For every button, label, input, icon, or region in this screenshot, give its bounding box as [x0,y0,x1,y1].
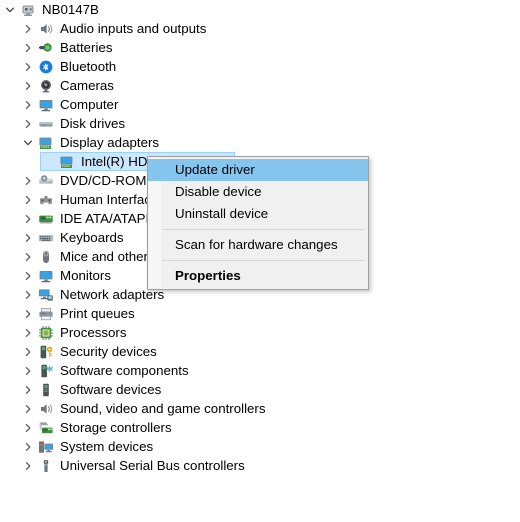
tree-item-label: NB0147B [42,2,99,17]
tree-item[interactable]: Audio inputs and outputs [0,19,520,38]
tree-item[interactable]: Sound, video and game controllers [0,399,520,418]
tree-item[interactable]: Universal Serial Bus controllers [0,456,520,475]
chevron-right-icon[interactable] [20,304,36,323]
chevron-right-icon[interactable] [20,323,36,342]
tree-no-chevron [41,152,57,171]
chevron-right-icon[interactable] [20,190,36,209]
tree-item[interactable]: System devices [0,437,520,456]
tree-item-label: Cameras [60,78,114,93]
tree-item-label: Bluetooth [60,59,117,74]
chevron-right-icon[interactable] [20,342,36,361]
chevron-right-icon[interactable] [20,361,36,380]
ide-controller-icon [36,209,56,228]
tree-item[interactable]: Processors [0,323,520,342]
chevron-right-icon[interactable] [20,209,36,228]
context-menu[interactable]: Update driver Disable device Uninstall dev… [147,156,369,290]
tree-item-label: Processors [60,325,127,340]
speaker-icon [36,399,56,418]
bluetooth-icon [36,57,56,76]
dvd-drive-icon [36,171,56,190]
chevron-right-icon[interactable] [20,19,36,38]
chevron-right-icon[interactable] [20,171,36,190]
network-adapter-icon [36,285,56,304]
tree-item-label: Software devices [60,382,162,397]
menu-item[interactable]: Scan for hardware changes [148,234,368,256]
menu-item[interactable]: Uninstall device [148,203,368,225]
menu-separator [162,260,365,261]
printer-icon [36,304,56,323]
battery-icon [36,38,56,57]
tree-item[interactable]: Software devices [0,380,520,399]
tree-item[interactable]: Security devices [0,342,520,361]
chevron-right-icon[interactable] [20,285,36,304]
chevron-right-icon[interactable] [20,114,36,133]
monitor-icon [36,95,56,114]
hid-icon [36,190,56,209]
chevron-right-icon[interactable] [20,456,36,475]
tree-item[interactable]: Batteries [0,38,520,57]
computer-name-icon [18,0,38,19]
tree-item[interactable]: Computer [0,95,520,114]
system-device-icon [36,437,56,456]
mouse-icon [36,247,56,266]
tree-item-label: Monitors [60,268,111,283]
chevron-right-icon[interactable] [20,399,36,418]
tree-item-label: Keyboards [60,230,124,245]
processor-icon [36,323,56,342]
display-adapter-icon [36,133,56,152]
tree-item-label: Storage controllers [60,420,172,435]
chevron-right-icon[interactable] [20,380,36,399]
camera-icon [36,76,56,95]
tree-item-label: Sound, video and game controllers [60,401,266,416]
keyboard-icon [36,228,56,247]
software-device-icon [36,380,56,399]
tree-item-label: Security devices [60,344,157,359]
menu-separator [162,229,365,230]
chevron-right-icon[interactable] [20,76,36,95]
tree-item[interactable]: Display adapters [0,133,520,152]
speaker-icon [36,19,56,38]
monitor-icon [36,266,56,285]
tree-item-label: Computer [60,97,119,112]
security-device-icon [36,342,56,361]
chevron-right-icon[interactable] [20,418,36,437]
usb-icon [36,456,56,475]
tree-item-label: Audio inputs and outputs [60,21,207,36]
tree-item[interactable]: Cameras [0,76,520,95]
chevron-right-icon[interactable] [20,228,36,247]
tree-item[interactable]: Storage controllers [0,418,520,437]
chevron-down-icon[interactable] [20,133,36,152]
tree-item-label: Display adapters [60,135,160,150]
tree-item-label: Universal Serial Bus controllers [60,458,245,473]
tree-item-label: Print queues [60,306,135,321]
chevron-right-icon[interactable] [20,266,36,285]
display-adapter-icon [57,152,77,171]
menu-item[interactable]: Properties [148,265,368,287]
tree-item-label: Batteries [60,40,113,55]
tree-item[interactable]: Software components [0,361,520,380]
menu-item[interactable]: Update driver [148,159,368,181]
tree-item-label: Software components [60,363,189,378]
disk-drive-icon [36,114,56,133]
chevron-right-icon[interactable] [20,247,36,266]
tree-item-label: System devices [60,439,154,454]
chevron-right-icon[interactable] [20,437,36,456]
chevron-right-icon[interactable] [20,38,36,57]
tree-root-node[interactable]: NB0147B [0,0,520,19]
tree-item[interactable]: Disk drives [0,114,520,133]
storage-controller-icon [36,418,56,437]
tree-item-label: Disk drives [60,116,126,131]
software-component-icon [36,361,56,380]
chevron-down-icon[interactable] [2,0,18,19]
chevron-right-icon[interactable] [20,95,36,114]
menu-item[interactable]: Disable device [148,181,368,203]
tree-item[interactable]: Bluetooth [0,57,520,76]
tree-item[interactable]: Print queues [0,304,520,323]
chevron-right-icon[interactable] [20,57,36,76]
